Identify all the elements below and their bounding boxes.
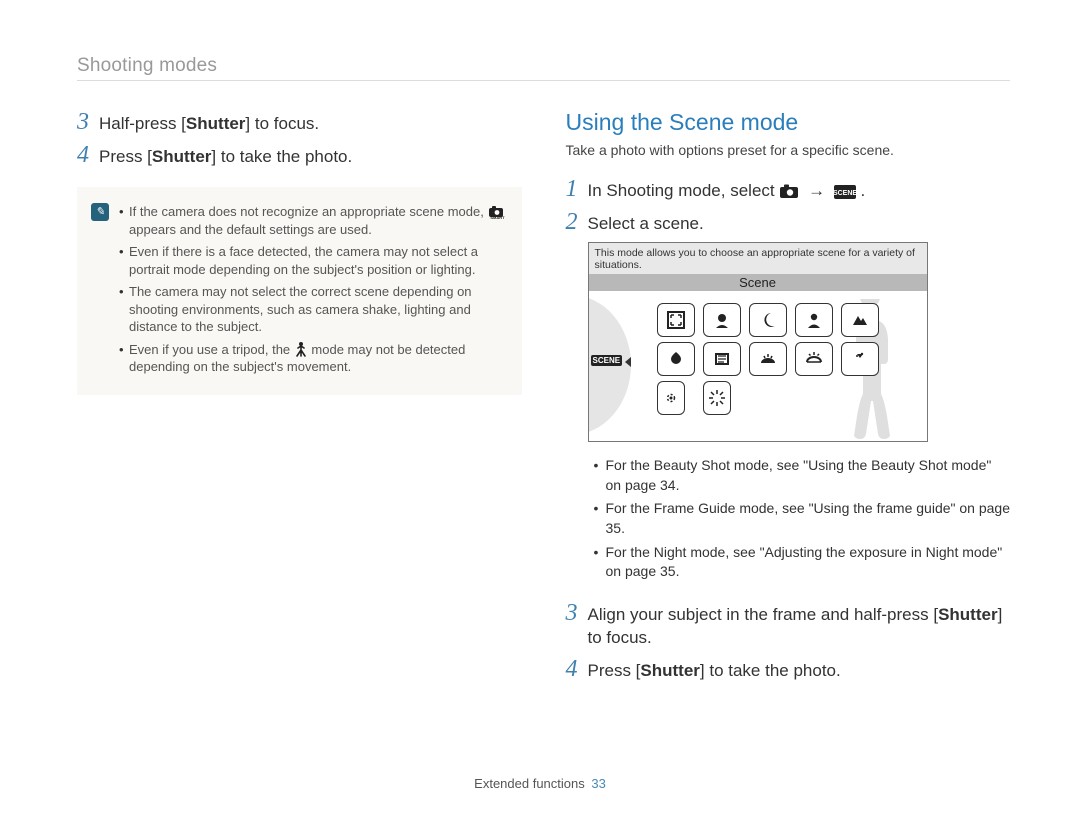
scene-fireworks-icon[interactable] xyxy=(703,381,731,415)
step-number: 4 xyxy=(77,142,99,169)
step-text: Select a scene. xyxy=(588,212,704,236)
svg-text:SMART: SMART xyxy=(491,215,506,219)
step-text-pre: Press [ xyxy=(588,661,641,680)
right-step-1: 1 In Shooting mode, select → SCENE . xyxy=(566,176,1011,203)
step-text-post: . xyxy=(861,181,866,200)
right-step-3: 3 Align your subject in the frame and ha… xyxy=(566,600,1011,651)
note-item: The camera may not select the correct sc… xyxy=(119,283,508,336)
reference-bullets: For the Beauty Shot mode, see "Using the… xyxy=(594,456,1011,582)
scene-body: SCENE xyxy=(589,291,927,441)
scene-grid xyxy=(637,291,927,441)
page-header: Shooting modes xyxy=(77,55,1010,81)
scene-beauty-shot-icon[interactable] xyxy=(703,303,741,337)
scene-text-icon[interactable] xyxy=(749,342,787,376)
step-text-pre: Align your subject in the frame and half… xyxy=(588,605,939,624)
page-number: 33 xyxy=(591,776,605,791)
scene-dial-label: SCENE xyxy=(591,355,623,366)
scene-badge-icon: SCENE xyxy=(834,185,856,199)
step-text-pre: Half-press [ xyxy=(99,114,186,133)
step-number: 2 xyxy=(566,209,588,236)
svg-text:SCENE: SCENE xyxy=(834,190,856,197)
left-step-3: 3 Half-press [Shutter] to focus. xyxy=(77,109,522,136)
scene-close-up-icon[interactable] xyxy=(703,342,741,376)
step-text-pre: In Shooting mode, select xyxy=(588,181,780,200)
note-list: If the camera does not recognize an appr… xyxy=(91,203,508,376)
camera-icon xyxy=(779,183,799,199)
dial-arrow-icon xyxy=(625,357,631,367)
note-item: Even if there is a face detected, the ca… xyxy=(119,243,508,278)
arrow-icon: → xyxy=(808,181,825,200)
section-title: Using the Scene mode xyxy=(566,109,1011,136)
note-text: Even if you use a tripod, the xyxy=(129,342,294,357)
note-box: ✎ If the camera does not recognize an ap… xyxy=(77,187,522,395)
note-icon: ✎ xyxy=(91,203,109,221)
bullet-item: For the Frame Guide mode, see "Using the… xyxy=(594,499,1011,538)
left-step-4: 4 Press [Shutter] to take the photo. xyxy=(77,142,522,169)
step-number: 1 xyxy=(566,176,588,203)
step-text-pre: Press [ xyxy=(99,147,152,166)
left-column: 3 Half-press [Shutter] to focus. 4 Press… xyxy=(77,109,522,689)
step-text: In Shooting mode, select → SCENE . xyxy=(588,179,866,203)
scene-children-icon[interactable] xyxy=(841,303,879,337)
scene-landscape-icon[interactable] xyxy=(657,342,695,376)
bullet-item: For the Beauty Shot mode, see "Using the… xyxy=(594,456,1011,495)
scene-portrait-icon[interactable] xyxy=(795,303,833,337)
section-subtitle: Take a photo with options preset for a s… xyxy=(566,142,1011,158)
step-text-bold: Shutter xyxy=(938,605,998,624)
page-footer: Extended functions 33 xyxy=(0,776,1080,791)
step-text-post: ] to take the photo. xyxy=(211,147,352,166)
step-text: Press [Shutter] to take the photo. xyxy=(99,145,352,169)
scene-night-icon[interactable] xyxy=(749,303,787,337)
mode-dial[interactable]: SCENE xyxy=(589,291,637,441)
step-text-post: ] to take the photo. xyxy=(700,661,841,680)
scene-backlight-icon[interactable] xyxy=(657,381,685,415)
note-item: Even if you use a tripod, the mode may n… xyxy=(119,341,508,376)
step-text: Half-press [Shutter] to focus. xyxy=(99,112,319,136)
scene-frame-guide-icon[interactable] xyxy=(657,303,695,337)
scene-selection-panel: This mode allows you to choose an approp… xyxy=(588,242,928,442)
right-step-4: 4 Press [Shutter] to take the photo. xyxy=(566,656,1011,683)
right-column: Using the Scene mode Take a photo with o… xyxy=(566,109,1011,689)
footer-label: Extended functions xyxy=(474,776,585,791)
smart-auto-icon: SMART xyxy=(487,205,505,219)
step-text-bold: Shutter xyxy=(640,661,700,680)
step-text-bold: Shutter xyxy=(152,147,212,166)
step-number: 3 xyxy=(566,600,588,627)
step-text-post: ] to focus. xyxy=(245,114,319,133)
step-number: 3 xyxy=(77,109,99,136)
note-text: appears and the default settings are use… xyxy=(129,222,372,237)
scene-tip-text: This mode allows you to choose an approp… xyxy=(589,243,927,274)
scene-dawn-icon[interactable] xyxy=(841,342,879,376)
tripod-person-icon xyxy=(294,341,308,357)
right-step-2: 2 Select a scene. xyxy=(566,209,1011,236)
step-number: 4 xyxy=(566,656,588,683)
step-text: Align your subject in the frame and half… xyxy=(588,603,1011,651)
scene-tab-label: Scene xyxy=(589,274,927,291)
scene-sunset-icon[interactable] xyxy=(795,342,833,376)
step-text-bold: Shutter xyxy=(186,114,246,133)
note-text: If the camera does not recognize an appr… xyxy=(129,204,487,219)
bullet-item: For the Night mode, see "Adjusting the e… xyxy=(594,543,1011,582)
step-text: Press [Shutter] to take the photo. xyxy=(588,659,841,683)
note-item: If the camera does not recognize an appr… xyxy=(119,203,508,238)
